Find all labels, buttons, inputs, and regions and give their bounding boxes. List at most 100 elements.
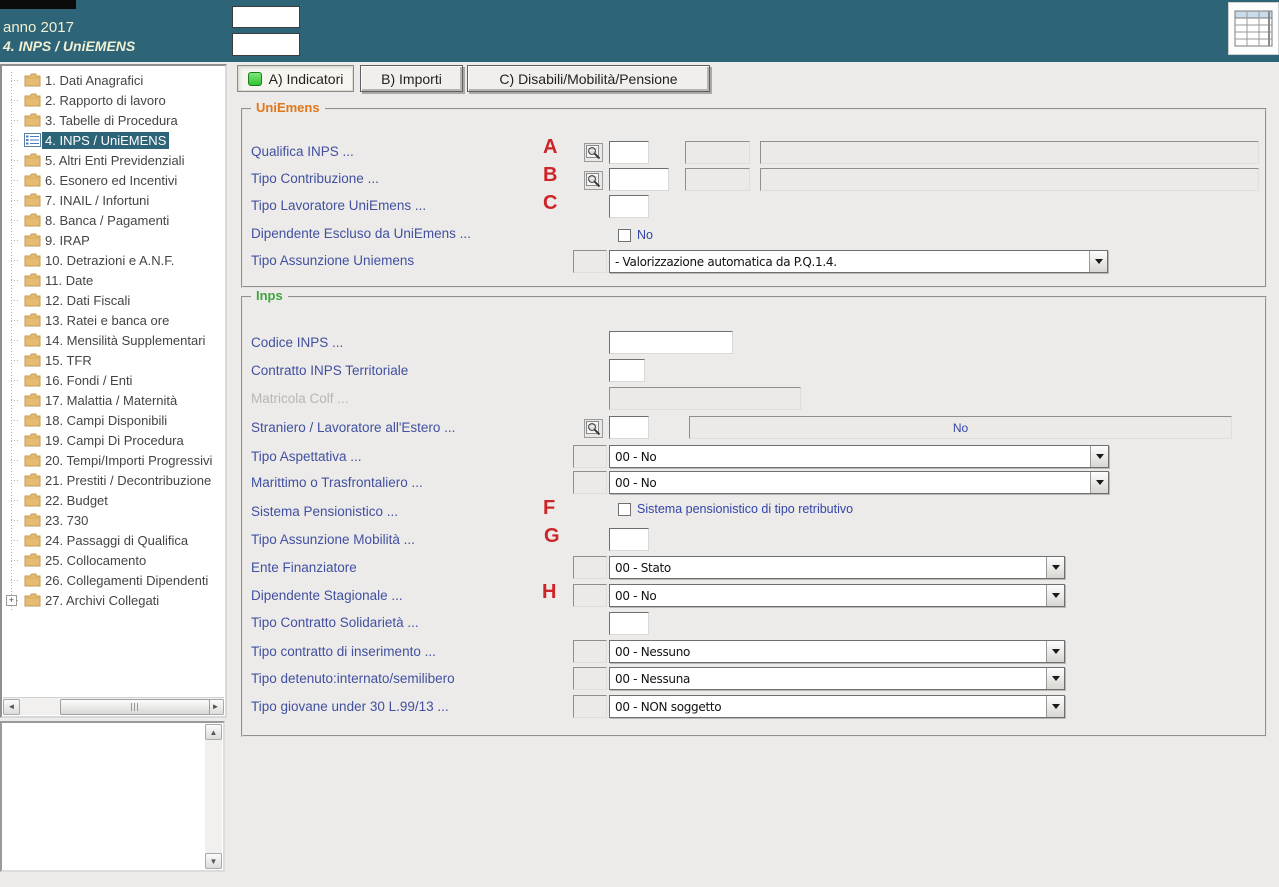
tree-item[interactable]: + 6. Esonero: [2, 170, 225, 190]
header-year: anno 2017: [3, 19, 74, 36]
tree-item[interactable]: + 17. Malatti: [2, 390, 225, 410]
tree-item-label: 2. Rapporto di lavoro: [42, 92, 169, 109]
tree-item-label: 23. 730: [42, 512, 91, 529]
tree-item[interactable]: + 11. Date: [2, 270, 225, 290]
notes-listbox[interactable]: ▲ ▼: [0, 721, 225, 872]
dropdown-button[interactable]: [1046, 585, 1064, 606]
tree-item[interactable]: + 7. INAIL /: [2, 190, 225, 210]
qualifica-inps-label: Qualifica INPS ...: [251, 144, 354, 159]
letter-c: C: [543, 192, 557, 215]
tree-item[interactable]: + 5. Altri En: [2, 150, 225, 170]
mobilita-input[interactable]: [609, 528, 649, 551]
tree-item[interactable]: + 24. Passagg: [2, 530, 225, 550]
folder-icon: [24, 453, 42, 467]
escluso-checkbox[interactable]: [618, 229, 631, 242]
folder-icon: [24, 113, 42, 127]
tree-item[interactable]: + 21. Prestit: [2, 470, 225, 490]
tree-item[interactable]: + 13. Ratei e: [2, 310, 225, 330]
tree-item-label: 26. Collegamenti Dipendenti: [42, 572, 211, 589]
folder-icon: [24, 233, 42, 247]
tree-item[interactable]: + 10. Detrazi: [2, 250, 225, 270]
contribuzione-aux-field: [685, 168, 750, 191]
escluso-checkbox-label: No: [637, 228, 653, 242]
tree-item[interactable]: + 4. INPS / U: [2, 130, 225, 150]
chevron-down-icon: [1052, 593, 1060, 602]
contratto-territoriale-input[interactable]: [609, 359, 645, 382]
scroll-down-button[interactable]: ▼: [205, 853, 222, 869]
tree-item[interactable]: + 8. Banca /: [2, 210, 225, 230]
tree-item[interactable]: + 23. 730: [2, 510, 225, 530]
tree-item[interactable]: + 26. Collega: [2, 570, 225, 590]
tab-importi[interactable]: B) Importi: [360, 65, 463, 92]
tree-item[interactable]: + 25. Colloca: [2, 550, 225, 570]
tree-item[interactable]: + 19. Campi D: [2, 430, 225, 450]
dropdown-button[interactable]: [1046, 668, 1064, 689]
ente-finanziatore-select[interactable]: 00 - Stato: [609, 556, 1065, 579]
detenuto-select[interactable]: 00 - Nessuna: [609, 667, 1065, 690]
tree-item[interactable]: + 14. Mensili: [2, 330, 225, 350]
dropdown-button[interactable]: [1046, 696, 1064, 717]
listbox-vertical-scrollbar[interactable]: ▲ ▼: [205, 724, 222, 869]
qualifica-code-input[interactable]: [609, 141, 649, 164]
tree-item[interactable]: + 15. TFR: [2, 350, 225, 370]
tree-item-label: 10. Detrazioni e A.N.F.: [42, 252, 177, 269]
header-bar: anno 2017 4. INPS / UniEMENS: [0, 0, 1279, 62]
giovane-select[interactable]: 00 - NON soggetto: [609, 695, 1065, 718]
tree-item[interactable]: + 18. Campi D: [2, 410, 225, 430]
tree-item[interactable]: + 9. IRAP: [2, 230, 225, 250]
scroll-left-button[interactable]: ◄: [3, 699, 20, 715]
solidarieta-input[interactable]: [609, 612, 649, 635]
sistema-pensionistico-checkbox[interactable]: [618, 503, 631, 516]
sistema-pensionistico-label: Sistema Pensionistico ...: [251, 504, 398, 519]
stagionale-select[interactable]: 00 - No: [609, 584, 1065, 607]
dropdown-button[interactable]: [1090, 446, 1108, 467]
tree-item-label: 7. INAIL / Infortuni: [42, 192, 152, 209]
scroll-up-button[interactable]: ▲: [205, 724, 222, 740]
straniero-code-input[interactable]: [609, 416, 649, 439]
header-field-2[interactable]: [232, 33, 300, 56]
header-field-1[interactable]: [232, 6, 300, 28]
tree-horizontal-scrollbar[interactable]: ◄ ►: [3, 697, 224, 715]
qualifica-lookup-button[interactable]: [584, 143, 603, 162]
grid-view-button[interactable]: [1228, 2, 1279, 55]
tree-item-label: 5. Altri Enti Previdenziali: [42, 152, 187, 169]
scrollbar-thumb[interactable]: [60, 699, 210, 715]
tree-item-label: 3. Tabelle di Procedura: [42, 112, 181, 129]
inserimento-select[interactable]: 00 - Nessuno: [609, 640, 1065, 663]
tree-item[interactable]: + 22. Budget: [2, 490, 225, 510]
codice-inps-input[interactable]: [609, 331, 733, 354]
expand-icon[interactable]: +: [6, 595, 17, 606]
straniero-lookup-button[interactable]: [584, 419, 603, 438]
tree-item[interactable]: + 20. Tempi/I: [2, 450, 225, 470]
tree-item-label: 1. Dati Anagrafici: [42, 72, 146, 89]
dropdown-button[interactable]: [1046, 557, 1064, 578]
contribuzione-lookup-button[interactable]: [584, 171, 603, 190]
marittimo-select[interactable]: 00 - No: [609, 471, 1109, 494]
folder-icon: [24, 253, 42, 267]
dropdown-button[interactable]: [1090, 472, 1108, 493]
lavoratore-code-input[interactable]: [609, 195, 649, 218]
tipo-detenuto-label: Tipo detenuto:internato/semilibero: [251, 671, 455, 686]
tree-item[interactable]: + 1. Dati Ana: [2, 70, 225, 90]
folder-icon: [24, 353, 42, 367]
chevron-down-icon: [1052, 704, 1060, 713]
chevron-down-icon: [1052, 565, 1060, 574]
tab-indicatori[interactable]: A) Indicatori: [237, 65, 354, 92]
tree-item[interactable]: + 3. Tabelle: [2, 110, 225, 130]
aspettativa-select[interactable]: 00 - No: [609, 445, 1109, 468]
dropdown-button[interactable]: [1046, 641, 1064, 662]
tab-disabili-mobilita-pensione[interactable]: C) Disabili/Mobilità/Pensione: [467, 65, 710, 92]
tree-item-label: 13. Ratei e banca ore: [42, 312, 172, 329]
tree-item[interactable]: + 2. Rapporto: [2, 90, 225, 110]
tree-item[interactable]: + 27. Archivi: [2, 590, 225, 610]
navigation-tree: + 1. Dati Ana: [2, 66, 225, 610]
contribuzione-code-input[interactable]: [609, 168, 669, 191]
tree-item-label: 8. Banca / Pagamenti: [42, 212, 172, 229]
tree-item[interactable]: + 16. Fondi /: [2, 370, 225, 390]
assunzione-uniemens-select[interactable]: - Valorizzazione automatica da P.Q.1.4.: [609, 250, 1108, 273]
dropdown-button[interactable]: [1089, 251, 1107, 272]
tree-item[interactable]: + 12. Dati Fi: [2, 290, 225, 310]
folder-icon: [24, 373, 42, 387]
scrollbar-track[interactable]: [20, 699, 207, 715]
ente-selected-value: 00 - Stato: [610, 561, 1046, 575]
